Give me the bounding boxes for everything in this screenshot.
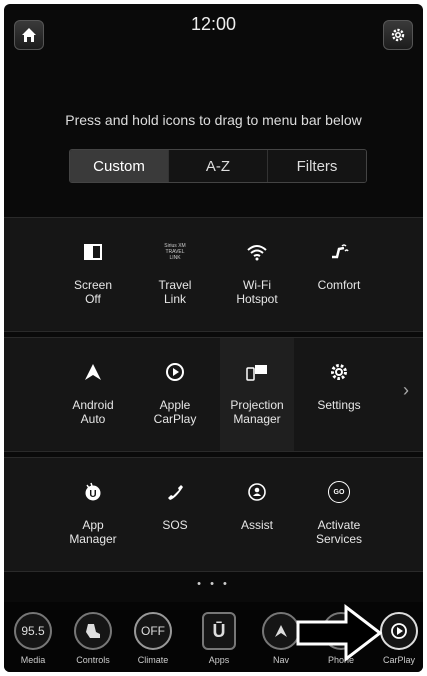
android-auto-icon: [85, 364, 101, 380]
dock-climate[interactable]: OFF Climate: [128, 602, 178, 665]
tile-label: Comfort: [317, 278, 361, 292]
tile-app-manager[interactable]: U App Manager: [56, 458, 130, 571]
dock-label: Media: [20, 655, 46, 665]
sos-phone-icon: [168, 485, 183, 500]
tile-label: Settings: [317, 398, 361, 412]
comfort-icon: [332, 244, 349, 259]
tile-apple-carplay[interactable]: Apple CarPlay: [138, 338, 212, 451]
screen-off-icon: [84, 244, 102, 260]
tile-label: SOS: [162, 518, 188, 532]
tile-label: Wi-Fi Hotspot: [236, 278, 278, 306]
app-row-1: Screen Off Sirius XM TRAVEL LINK Travel …: [4, 217, 423, 332]
carplay-icon: [380, 612, 418, 650]
dock-apps[interactable]: Ū Apps: [194, 602, 244, 665]
tile-activate-services[interactable]: GO Activate Services: [302, 458, 376, 571]
screen: 12:00 Press and hold icons to drag to me…: [4, 4, 423, 672]
climate-icon: OFF: [134, 612, 172, 650]
tile-android-auto[interactable]: Android Auto: [56, 338, 130, 451]
app-manager-icon: U: [85, 482, 101, 501]
dock-controls[interactable]: Controls: [68, 602, 118, 665]
app-row-2: Android Auto Apple CarPlay Projection Ma…: [4, 337, 423, 452]
dock-label: Controls: [76, 655, 110, 665]
tile-assist[interactable]: Assist: [220, 458, 294, 571]
tile-label: Activate Services: [315, 518, 362, 546]
carplay-icon: [166, 363, 184, 381]
tile-sos[interactable]: SOS: [138, 458, 212, 571]
tile-label: App Manager: [69, 518, 117, 546]
tile-projection-manager[interactable]: Projection Manager: [220, 338, 294, 451]
gear-icon: [391, 28, 405, 42]
page-indicator: • • •: [197, 578, 230, 590]
app-row-3: U App Manager SOS Assist GO Activate Ser…: [4, 457, 423, 572]
go-icon: GO: [328, 481, 350, 503]
travel-link-icon: Sirius XM TRAVEL LINK: [164, 243, 186, 261]
menu-bar: 95.5 Media Controls OFF Climate Ū Apps N…: [4, 602, 423, 672]
tile-label: Assist: [240, 518, 273, 532]
settings-button[interactable]: [383, 20, 413, 50]
dock-label: CarPlay: [382, 655, 415, 665]
apps-icon: Ū: [202, 612, 236, 650]
tab-custom[interactable]: Custom: [70, 150, 169, 182]
tile-wifi-hotspot[interactable]: Wi-Fi Hotspot: [220, 218, 294, 331]
instruction-text: Press and hold icons to drag to menu bar…: [65, 112, 362, 128]
dock-label: Nav: [272, 655, 289, 665]
next-page-arrow[interactable]: ›: [403, 380, 409, 401]
tab-a-z[interactable]: A-Z: [169, 150, 268, 182]
svg-text:U: U: [89, 489, 96, 500]
tab-filters[interactable]: Filters: [268, 150, 366, 182]
tile-comfort[interactable]: Comfort: [302, 218, 376, 331]
tile-travel-link[interactable]: Sirius XM TRAVEL LINK Travel Link: [138, 218, 212, 331]
drag-arrow-annotation: [296, 604, 382, 662]
tile-label: Travel Link: [158, 278, 192, 306]
sort-tabs: Custom A-Z Filters: [69, 149, 367, 183]
tile-label: Screen Off: [73, 278, 113, 306]
tile-label: Android Auto: [72, 398, 114, 426]
wifi-icon: [247, 245, 267, 261]
tile-settings[interactable]: Settings: [302, 338, 376, 451]
tile-label: Apple CarPlay: [153, 398, 197, 426]
gear-icon: [331, 364, 347, 380]
projection-icon: [246, 365, 267, 381]
tile-label: Projection Manager: [230, 398, 284, 426]
dock-label: Climate: [137, 655, 169, 665]
dock-label: Apps: [208, 655, 230, 665]
controls-icon: [74, 612, 112, 650]
tile-screen-off[interactable]: Screen Off: [56, 218, 130, 331]
clock: 12:00: [190, 14, 237, 34]
dock-media[interactable]: 95.5 Media: [8, 602, 58, 665]
assist-icon: [248, 483, 266, 501]
nav-icon: [262, 612, 300, 650]
radio-icon: 95.5: [14, 612, 52, 650]
